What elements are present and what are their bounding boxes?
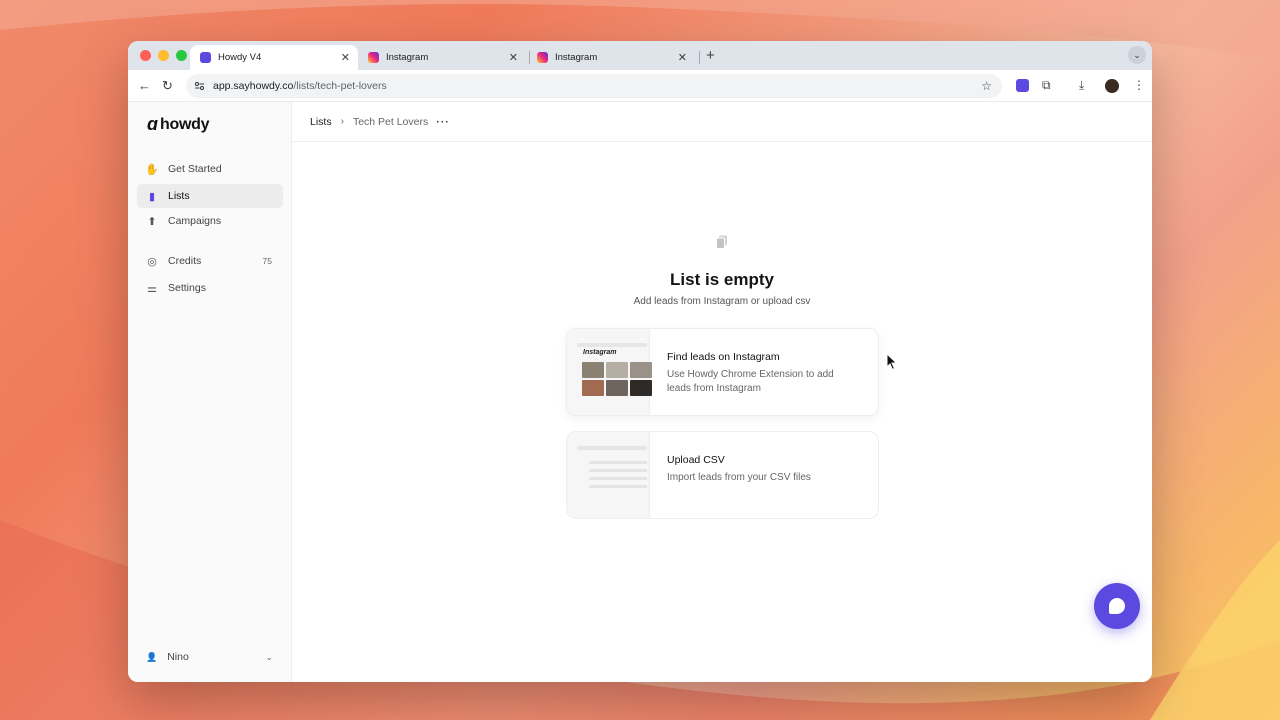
tab-howdy[interactable]: Howdy V4 ✕ bbox=[190, 45, 358, 70]
empty-list-icon bbox=[716, 235, 727, 249]
minimize-window-button[interactable] bbox=[158, 50, 169, 61]
find-leads-instagram-card[interactable]: Instagram Find leads on Instagram Use Ho… bbox=[566, 328, 879, 416]
close-icon[interactable]: ✕ bbox=[678, 51, 687, 64]
menu-kebab-icon[interactable]: ⋮ bbox=[1133, 78, 1145, 92]
csv-row bbox=[589, 461, 647, 464]
bookmark-star-icon[interactable]: ☆ bbox=[981, 79, 992, 93]
sliders-icon: ⚌ bbox=[147, 282, 157, 295]
url-path: /lists/tech-pet-lovers bbox=[293, 80, 387, 92]
window-controls bbox=[140, 50, 187, 61]
howdy-favicon-icon bbox=[200, 52, 211, 63]
browser-window: Howdy V4 ✕ Instagram ✕ Instagram ✕ + ⌄ ←… bbox=[128, 41, 1152, 682]
sidebar-item-settings[interactable]: ⚌ Settings bbox=[137, 276, 283, 300]
user-menu[interactable]: 👤 Nino ⌄ bbox=[137, 646, 283, 668]
sidebar-item-label: Get Started bbox=[168, 163, 222, 175]
main-content: Lists › Tech Pet Lovers ··· List is empt… bbox=[292, 102, 1152, 682]
csv-preview-thumbnail bbox=[567, 432, 650, 518]
empty-state-title: List is empty bbox=[670, 270, 774, 289]
chevron-down-icon: ⌄ bbox=[265, 651, 273, 662]
sidebar-item-lists[interactable]: ▮ Lists bbox=[137, 184, 283, 208]
tab-label: Instagram bbox=[386, 52, 429, 63]
photo-tile bbox=[630, 380, 652, 396]
breadcrumb-lists-link[interactable]: Lists bbox=[310, 116, 332, 128]
url-host: app.sayhowdy.co bbox=[213, 80, 294, 92]
breadcrumb: Lists › Tech Pet Lovers ··· bbox=[292, 102, 1152, 142]
credits-count: 75 bbox=[262, 256, 272, 266]
howdy-app: ɑ howdy ✋ Get Started ▮ Lists ⬆ Campaign… bbox=[128, 102, 1152, 682]
close-icon[interactable]: ✕ bbox=[509, 51, 518, 64]
sidebar-item-campaigns[interactable]: ⬆ Campaigns bbox=[137, 209, 283, 233]
breadcrumb-current: Tech Pet Lovers bbox=[352, 115, 429, 128]
tab-search-button[interactable]: ⌄ bbox=[1128, 46, 1146, 64]
sidebar-item-label: Campaigns bbox=[168, 215, 222, 227]
sidebar-item-get-started[interactable]: ✋ Get Started bbox=[137, 157, 283, 181]
logo-text: howdy bbox=[160, 115, 210, 133]
csv-row bbox=[589, 485, 647, 488]
chevron-right-icon: › bbox=[340, 116, 344, 127]
chat-bubble-icon bbox=[1109, 598, 1125, 614]
howdy-logo[interactable]: ɑ howdy bbox=[147, 114, 209, 135]
user-name: Nino bbox=[167, 651, 189, 663]
more-options-button[interactable]: ··· bbox=[436, 116, 450, 128]
howdy-logo-icon: ɑ bbox=[147, 114, 158, 134]
tab-instagram-2[interactable]: Instagram ✕ bbox=[527, 45, 695, 70]
sidebar-item-label: Credits bbox=[168, 255, 202, 267]
profile-avatar[interactable] bbox=[1105, 79, 1119, 93]
csv-rows-preview bbox=[589, 461, 647, 493]
mouse-cursor-icon bbox=[886, 353, 898, 371]
back-icon[interactable]: ← bbox=[138, 78, 151, 94]
photo-tile bbox=[582, 362, 604, 378]
card-description: Import leads from your CSV files bbox=[667, 472, 811, 483]
card-title: Upload CSV bbox=[667, 454, 725, 466]
empty-state-subtitle: Add leads from Instagram or upload csv bbox=[633, 296, 811, 307]
photo-tile bbox=[606, 362, 628, 378]
url-text: app.sayhowdy.co/lists/tech-pet-lovers bbox=[213, 80, 387, 92]
card-description: Use Howdy Chrome Extension to add leads … bbox=[667, 369, 834, 394]
tab-instagram-1[interactable]: Instagram ✕ bbox=[358, 45, 526, 70]
wave-hand-icon: ✋ bbox=[145, 163, 159, 176]
tab-strip: Howdy V4 ✕ Instagram ✕ Instagram ✕ + ⌄ bbox=[128, 41, 1152, 70]
coins-icon: ◎ bbox=[147, 255, 157, 268]
close-icon[interactable]: ✕ bbox=[341, 51, 350, 64]
browser-toolbar: ← ↻ app.sayhowdy.co/lists/tech-pet-lover… bbox=[128, 70, 1152, 102]
photo-tile bbox=[606, 380, 628, 396]
card-title: Find leads on Instagram bbox=[667, 351, 780, 363]
photo-grid bbox=[582, 362, 652, 396]
instagram-wordmark: Instagram bbox=[583, 349, 617, 356]
campaigns-icon: ⬆ bbox=[147, 215, 157, 228]
reload-icon[interactable]: ↻ bbox=[162, 78, 173, 94]
upload-csv-card[interactable]: Upload CSV Import leads from your CSV fi… bbox=[566, 431, 879, 519]
maximize-window-button[interactable] bbox=[176, 50, 187, 61]
lists-icon: ▮ bbox=[148, 190, 156, 203]
user-icon: 👤 bbox=[146, 651, 158, 662]
sidebar-item-label: Lists bbox=[168, 190, 190, 202]
photo-tile bbox=[630, 362, 652, 378]
chat-support-button[interactable] bbox=[1094, 583, 1140, 629]
instagram-preview-thumbnail: Instagram bbox=[567, 329, 652, 415]
site-settings-icon[interactable] bbox=[194, 81, 205, 91]
close-window-button[interactable] bbox=[140, 50, 151, 61]
photo-tile bbox=[582, 380, 604, 396]
tab-separator bbox=[699, 51, 700, 64]
instagram-favicon-icon bbox=[537, 52, 548, 63]
howdy-extension-icon[interactable] bbox=[1016, 79, 1029, 92]
instagram-favicon-icon bbox=[368, 52, 379, 63]
address-bar[interactable]: app.sayhowdy.co/lists/tech-pet-lovers ☆ bbox=[186, 74, 1002, 98]
sidebar-item-label: Settings bbox=[168, 282, 206, 294]
extensions-icon[interactable]: ⧉ bbox=[1042, 78, 1051, 93]
sidebar-item-credits[interactable]: ◎ Credits 75 bbox=[137, 249, 283, 273]
download-icon[interactable]: ⤓ bbox=[1079, 78, 1084, 93]
thumbnail-browser-bar bbox=[577, 343, 647, 347]
thumbnail-browser-bar bbox=[577, 446, 647, 450]
new-tab-button[interactable]: + bbox=[706, 47, 715, 64]
tab-label: Howdy V4 bbox=[218, 52, 262, 63]
tab-label: Instagram bbox=[555, 52, 598, 63]
csv-row bbox=[589, 469, 647, 472]
csv-row bbox=[589, 477, 647, 480]
sidebar: ɑ howdy ✋ Get Started ▮ Lists ⬆ Campaign… bbox=[128, 102, 292, 682]
